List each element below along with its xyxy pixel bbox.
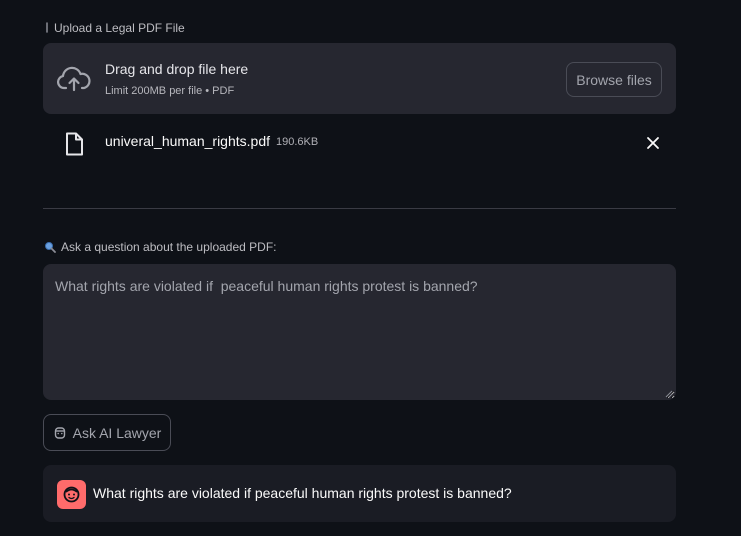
resize-grip-icon[interactable] (664, 389, 673, 398)
user-avatar-icon (57, 480, 86, 509)
upload-label: Upload a Legal PDF File (44, 21, 185, 35)
upload-label-text: Upload a Legal PDF File (54, 21, 185, 35)
dropzone-limit-text: Limit 200MB per file • PDF (105, 85, 235, 97)
uploaded-file-size: 190.6KB (276, 136, 319, 148)
ask-ai-lawyer-button[interactable]: Ask AI Lawyer (43, 414, 171, 451)
section-divider (43, 208, 676, 209)
question-label-text: Ask a question about the uploaded PDF: (61, 240, 277, 254)
file-dropzone[interactable]: Drag and drop file here Limit 200MB per … (43, 43, 676, 114)
chat-message-text: What rights are violated if peaceful hum… (93, 485, 512, 501)
question-textarea[interactable]: What rights are violated if peaceful hum… (43, 264, 676, 400)
close-icon[interactable] (646, 136, 660, 150)
cloud-upload-icon (57, 66, 91, 92)
uploaded-file-name: univeral_human_rights.pdf (105, 133, 270, 149)
paperclip-icon (46, 22, 48, 33)
app-page: Upload a Legal PDF File Drag and drop fi… (0, 0, 741, 536)
dropzone-title: Drag and drop file here (105, 61, 249, 77)
chat-message: What rights are violated if peaceful hum… (43, 465, 676, 522)
ask-button-label: Ask AI Lawyer (72, 424, 162, 441)
browse-files-button[interactable]: Browse files (566, 62, 662, 97)
uploaded-file-row: univeral_human_rights.pdf 190.6KB (43, 120, 676, 164)
question-label: Ask a question about the uploaded PDF: (44, 240, 276, 254)
judge-icon (54, 426, 65, 439)
search-icon (45, 242, 56, 253)
face-icon (63, 486, 80, 503)
file-icon (66, 132, 83, 156)
